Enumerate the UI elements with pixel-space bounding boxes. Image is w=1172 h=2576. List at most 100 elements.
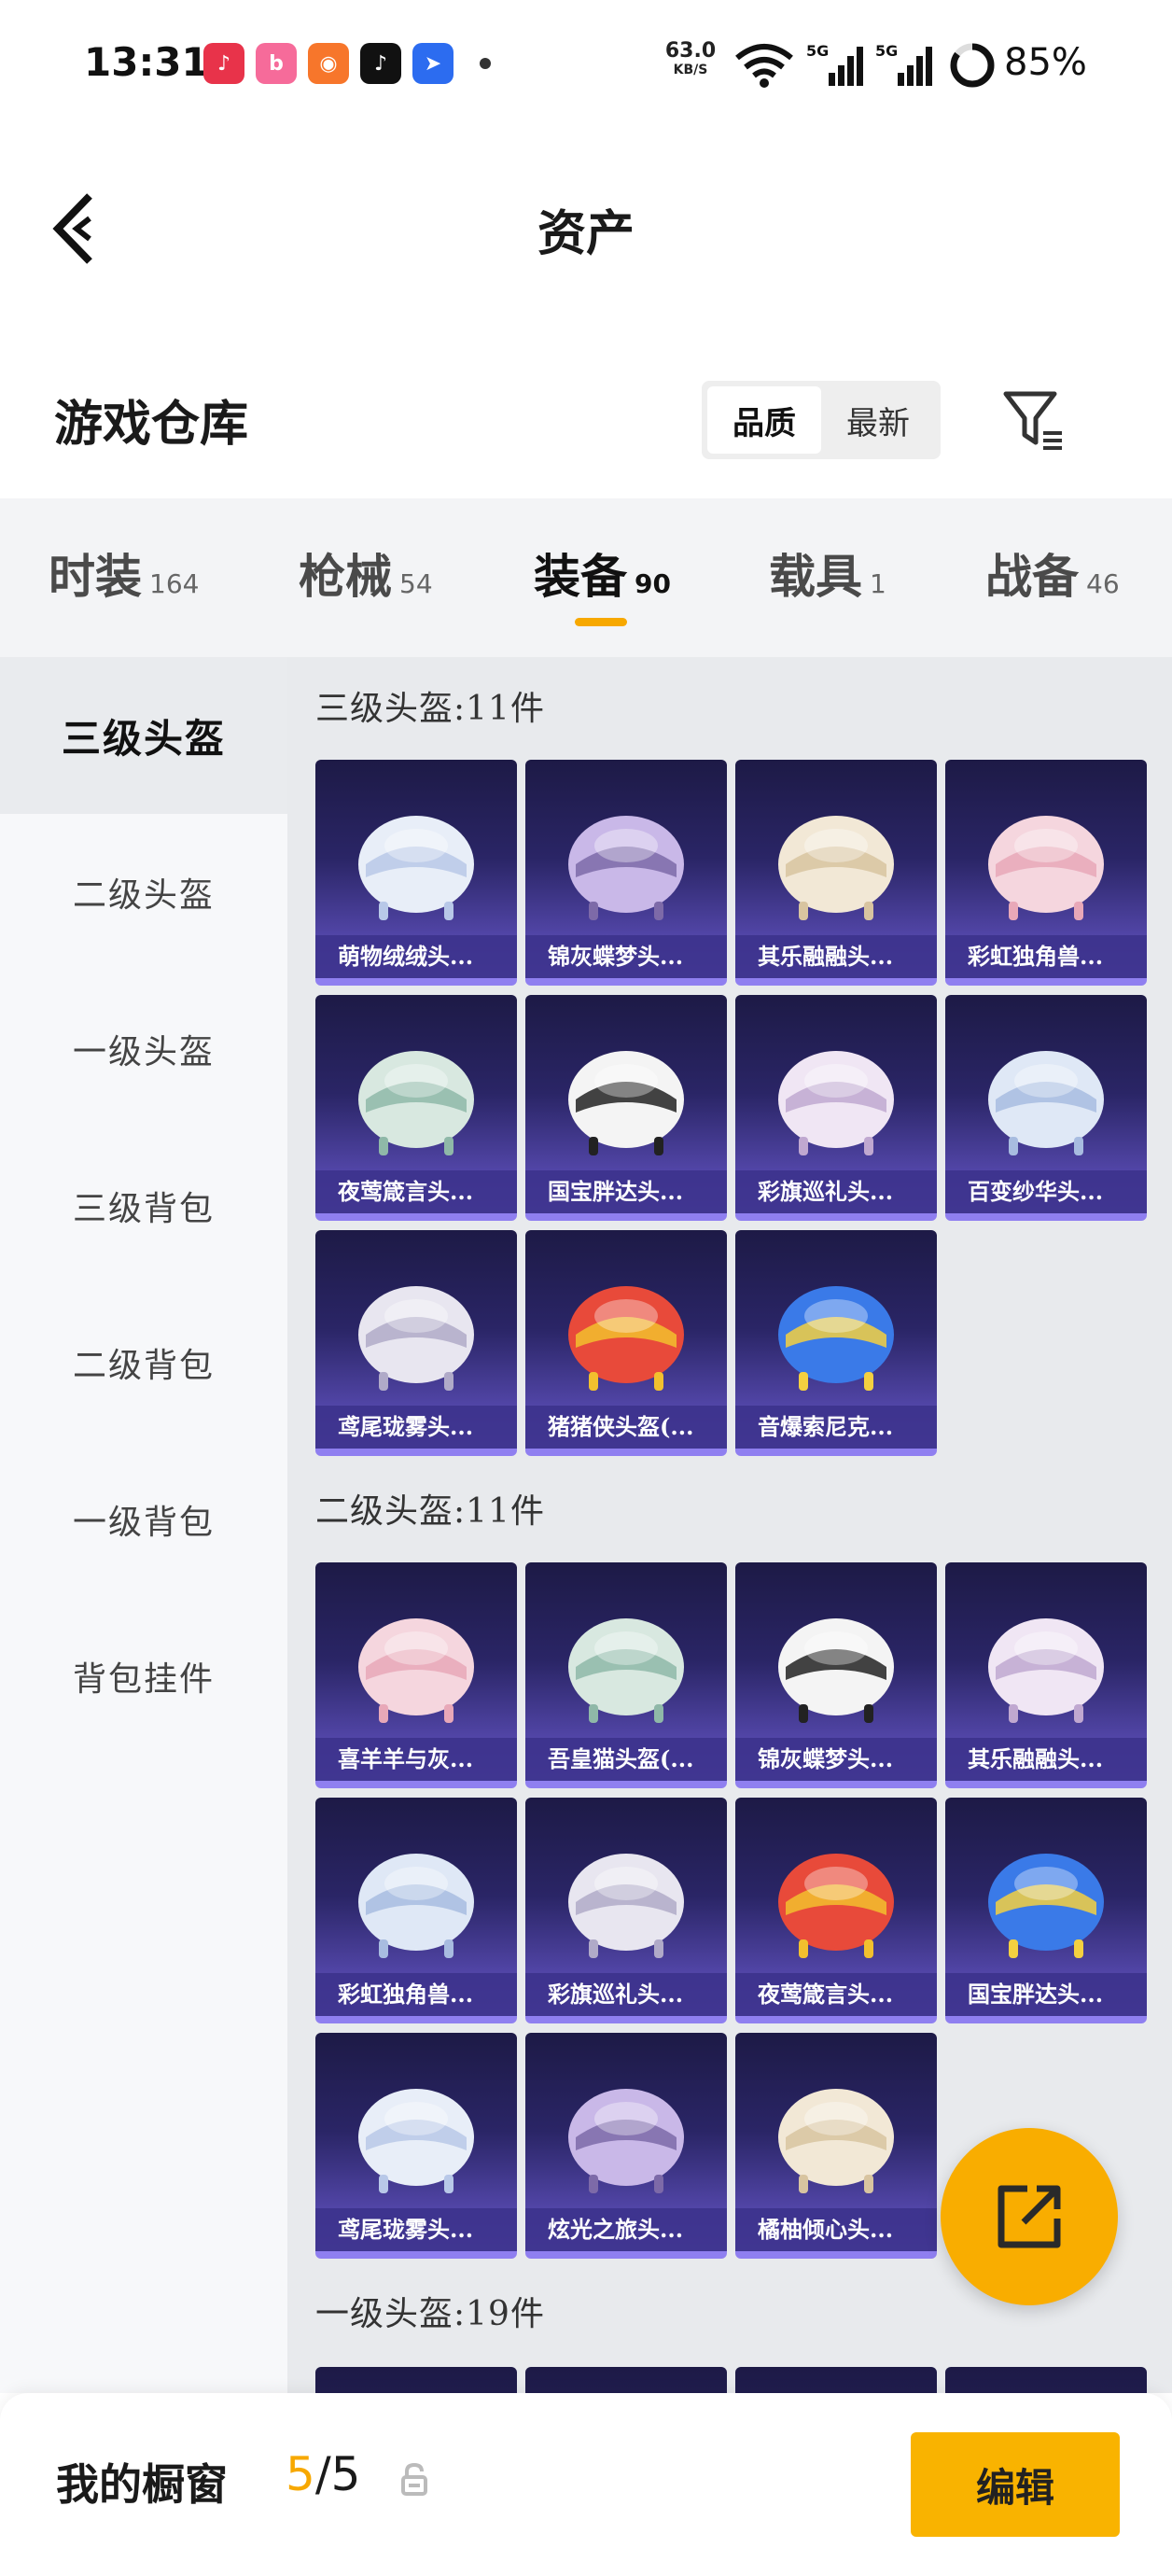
- item-card[interactable]: 吾皇猫头盔(...: [525, 1562, 727, 1788]
- helmet-icon: [358, 2089, 474, 2193]
- item-name: 彩旗巡礼头...: [735, 1170, 937, 1213]
- tab-vehicles[interactable]: 载具 1: [769, 539, 886, 607]
- share-button[interactable]: [941, 2128, 1118, 2305]
- edit-button[interactable]: 编辑: [911, 2432, 1120, 2537]
- tab-equipment[interactable]: 装备 90: [534, 539, 671, 607]
- helmet-icon: [988, 816, 1104, 920]
- music-app-icon: ♪: [203, 43, 244, 84]
- item-card[interactable]: 彩虹独角兽...: [945, 760, 1147, 986]
- sidebar-item-helmet-lv1[interactable]: 一级头盔: [0, 971, 287, 1127]
- item-name: 锦灰蝶梦头...: [525, 935, 727, 978]
- sort-newest-button[interactable]: 最新: [821, 386, 935, 454]
- helmet-icon: [358, 1854, 474, 1958]
- sort-quality-button[interactable]: 品质: [707, 386, 821, 454]
- helmet-icon: [568, 816, 684, 920]
- showcase-label: 我的橱窗: [56, 2459, 228, 2510]
- item-card[interactable]: 锦灰蝶梦头...: [735, 1562, 937, 1788]
- helmet-icon: [778, 2089, 894, 2193]
- helmet-icon: [568, 2089, 684, 2193]
- sidebar-item-helmet-lv3[interactable]: 三级头盔: [0, 657, 287, 814]
- warehouse-title: 游戏仓库: [54, 396, 249, 453]
- helmet-icon: [988, 1051, 1104, 1155]
- item-card[interactable]: 彩旗巡礼头...: [735, 995, 937, 1221]
- wifi-icon: [735, 44, 793, 88]
- tiktok-app-icon: ♪: [360, 43, 401, 84]
- helmet-icon: [358, 1051, 474, 1155]
- helmet-icon: [358, 1618, 474, 1723]
- item-name: 其乐融融头...: [735, 935, 937, 978]
- item-card[interactable]: 萌物绒绒头...: [315, 760, 517, 986]
- sidebar-item-backpack-charm[interactable]: 背包挂件: [0, 1598, 287, 1755]
- item-name: 其乐融融头...: [945, 1738, 1147, 1781]
- item-name: 音爆索尼克...: [735, 1406, 937, 1449]
- helmet-icon: [778, 1286, 894, 1391]
- battery-level: 85%: [1004, 41, 1087, 84]
- showcase-count: 5/5: [286, 2447, 361, 2501]
- item-name: 国宝胖达头...: [525, 1170, 727, 1213]
- sidebar-item-backpack-lv2[interactable]: 二级背包: [0, 1284, 287, 1441]
- helmet-icon: [778, 1051, 894, 1155]
- sidebar-item-helmet-lv2[interactable]: 二级头盔: [0, 814, 287, 971]
- item-card[interactable]: 音爆索尼克...: [735, 1230, 937, 1456]
- item-card[interactable]: 夜莺箴言头...: [315, 995, 517, 1221]
- item-name: 彩虹独角兽...: [315, 1973, 517, 2016]
- item-card-partial[interactable]: [525, 2367, 727, 2393]
- helmet-icon: [358, 816, 474, 920]
- item-card[interactable]: 夜莺箴言头...: [735, 1798, 937, 2023]
- helmet-icon: [568, 1286, 684, 1391]
- item-name: 夜莺箴言头...: [735, 1973, 937, 2016]
- more-notifications-dot: [480, 58, 491, 69]
- item-card[interactable]: 其乐融融头...: [945, 1562, 1147, 1788]
- item-name: 百变纱华头...: [945, 1170, 1147, 1213]
- item-card[interactable]: 其乐融融头...: [735, 760, 937, 986]
- item-card[interactable]: 鸢尾珑雾头...: [315, 1230, 517, 1456]
- item-card-partial[interactable]: [315, 2367, 517, 2393]
- item-name: 炫光之旅头...: [525, 2208, 727, 2251]
- item-name: 鸢尾珑雾头...: [315, 2208, 517, 2251]
- share-external-icon: [998, 2185, 1061, 2248]
- group-title-helmet-lv2: 二级头盔:11件: [315, 1492, 545, 1531]
- item-card[interactable]: 百变纱华头...: [945, 995, 1147, 1221]
- bilibili-app-icon: b: [256, 43, 297, 84]
- helmet-icon: [568, 1854, 684, 1958]
- item-card[interactable]: 彩旗巡礼头...: [525, 1798, 727, 2023]
- item-card[interactable]: 猪猪侠头盔(...: [525, 1230, 727, 1456]
- sidebar-item-backpack-lv3[interactable]: 三级背包: [0, 1127, 287, 1284]
- svg-text:5G: 5G: [806, 42, 829, 60]
- status-time: 13:31: [84, 39, 209, 85]
- status-bar: 13:31 ♪ b ◉ ♪ ➤ 63.0 KB/S 5G 5G 85%: [0, 0, 1172, 131]
- helmet-icon: [778, 816, 894, 920]
- item-name: 萌物绒绒头...: [315, 935, 517, 978]
- item-card-partial[interactable]: [735, 2367, 937, 2393]
- group-title-helmet-lv3: 三级头盔:11件: [315, 690, 545, 728]
- item-name: 夜莺箴言头...: [315, 1170, 517, 1213]
- item-card[interactable]: 鸢尾珑雾头...: [315, 2033, 517, 2259]
- kuaishou-app-icon: ◉: [308, 43, 349, 84]
- sidebar-item-backpack-lv1[interactable]: 一级背包: [0, 1441, 287, 1598]
- item-name: 锦灰蝶梦头...: [735, 1738, 937, 1781]
- item-card[interactable]: 国宝胖达头...: [525, 995, 727, 1221]
- active-tab-indicator: [575, 618, 627, 626]
- tab-fashion[interactable]: 时装 164: [49, 539, 199, 607]
- filter-icon[interactable]: [1000, 386, 1067, 454]
- group-title-helmet-lv1: 一级头盔:19件: [315, 2295, 545, 2333]
- item-card[interactable]: 喜羊羊与灰...: [315, 1562, 517, 1788]
- showcase-bar: 我的橱窗 5/5 编辑: [0, 2393, 1172, 2576]
- item-card[interactable]: 国宝胖达头...: [945, 1798, 1147, 2023]
- helmet-icon: [568, 1618, 684, 1723]
- subcategory-sidebar: 三级头盔 二级头盔 一级头盔 三级背包 二级背包 一级背包 背包挂件: [0, 657, 287, 2393]
- item-card[interactable]: 炫光之旅头...: [525, 2033, 727, 2259]
- tab-supplies[interactable]: 战备 46: [985, 539, 1120, 607]
- tab-weapons[interactable]: 枪械 54: [299, 539, 433, 607]
- item-name: 喜羊羊与灰...: [315, 1738, 517, 1781]
- item-name: 猪猪侠头盔(...: [525, 1406, 727, 1449]
- item-name: 吾皇猫头盔(...: [525, 1738, 727, 1781]
- item-card-partial[interactable]: [945, 2367, 1147, 2393]
- item-card[interactable]: 橘柚倾心头...: [735, 2033, 937, 2259]
- item-card[interactable]: 锦灰蝶梦头...: [525, 760, 727, 986]
- item-name: 彩虹独角兽...: [945, 935, 1147, 978]
- item-card[interactable]: 彩虹独角兽...: [315, 1798, 517, 2023]
- svg-text:5G: 5G: [875, 42, 898, 60]
- item-name: 国宝胖达头...: [945, 1973, 1147, 2016]
- item-name: 彩旗巡礼头...: [525, 1973, 727, 2016]
